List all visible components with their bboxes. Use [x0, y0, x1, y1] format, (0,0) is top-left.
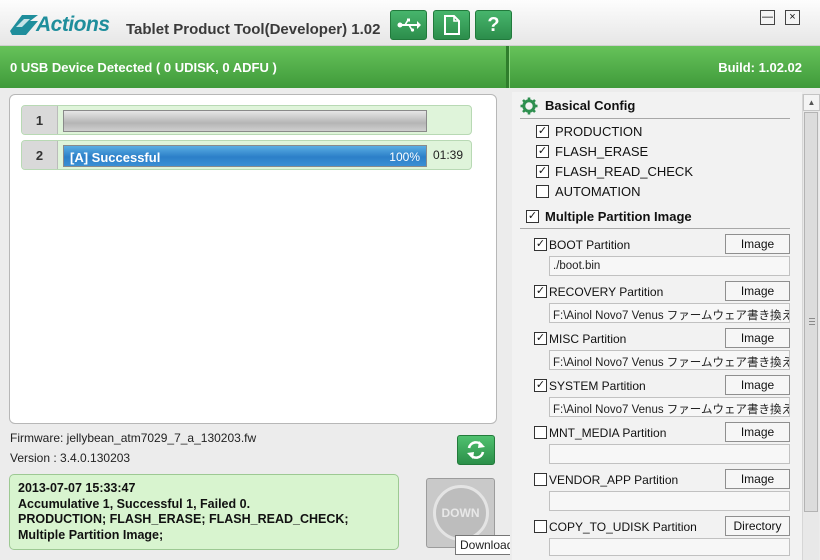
- system-path-field[interactable]: F:\Ainol Novo7 Venus ファームウェア書き換え: [549, 397, 790, 417]
- build-label: Build: 1.02.02: [718, 60, 802, 75]
- log-line: Accumulative 1, Successful 1, Failed 0.: [18, 496, 251, 511]
- help-icon: ?: [487, 13, 500, 36]
- flash-read-check-label: FLASH_READ_CHECK: [555, 164, 693, 179]
- recovery-partition-label: RECOVERY Partition: [549, 285, 664, 299]
- recovery-image-button[interactable]: Image: [725, 281, 790, 301]
- grip-icon: [809, 318, 815, 326]
- refresh-icon: [467, 441, 485, 459]
- title-bar: Actions Tablet Product Tool(Developer) 1…: [0, 0, 820, 46]
- help-button[interactable]: ?: [475, 10, 512, 40]
- document-button[interactable]: [433, 10, 470, 40]
- download-icon: DOWN: [432, 485, 489, 541]
- section-divider: [520, 228, 790, 229]
- system-partition-checkbox[interactable]: ✓: [534, 379, 547, 392]
- app-title: Tablet Product Tool(Developer) 1.02: [126, 21, 381, 38]
- copy-to-udisk-partition-label: COPY_TO_UDISK Partition: [549, 520, 697, 534]
- status-divider: [506, 46, 509, 88]
- scroll-up-icon[interactable]: ▲: [803, 94, 820, 111]
- device-status-label: [A] Successful: [70, 150, 161, 165]
- basic-config-title: Basical Config: [545, 98, 636, 113]
- mnt-media-partition-label: MNT_MEDIA Partition: [549, 426, 667, 440]
- automation-label: AUTOMATION: [555, 184, 641, 199]
- progress-fill: [64, 111, 426, 131]
- boot-path-field[interactable]: ./boot.bin: [549, 256, 790, 276]
- copy-to-udisk-partition-checkbox[interactable]: [534, 520, 547, 533]
- close-icon: ×: [789, 11, 796, 23]
- misc-partition-label: MISC Partition: [549, 332, 627, 346]
- vendor-app-partition-checkbox[interactable]: [534, 473, 547, 486]
- reload-firmware-button[interactable]: [457, 435, 495, 465]
- mnt-media-image-button[interactable]: Image: [725, 422, 790, 442]
- minimize-icon: —: [762, 11, 773, 23]
- misc-image-button[interactable]: Image: [725, 328, 790, 348]
- close-button[interactable]: ×: [785, 10, 800, 25]
- log-line: PRODUCTION; FLASH_ERASE; FLASH_READ_CHEC…: [18, 512, 349, 526]
- scroll-thumb[interactable]: [804, 112, 818, 512]
- boot-image-button[interactable]: Image: [725, 234, 790, 254]
- multi-partition-title: Multiple Partition Image: [545, 209, 692, 224]
- automation-checkbox[interactable]: [536, 185, 549, 198]
- status-bar: 0 USB Device Detected ( 0 UDISK, 0 ADFU …: [0, 46, 820, 88]
- device-row[interactable]: 1: [21, 105, 472, 135]
- usb-status-text: 0 USB Device Detected ( 0 UDISK, 0 ADFU …: [10, 60, 277, 75]
- version-label: Version : 3.4.0.130203: [10, 451, 131, 465]
- recovery-path-field[interactable]: F:\Ainol Novo7 Venus ファームウェア書き換え: [549, 303, 790, 323]
- boot-partition-label: BOOT Partition: [549, 238, 631, 252]
- gear-icon: [520, 97, 538, 115]
- system-partition-label: SYSTEM Partition: [549, 379, 646, 393]
- usb-icon: [397, 18, 421, 32]
- result-log: 2013-07-07 15:33:47 Accumulative 1, Succ…: [9, 474, 399, 550]
- device-number: 2: [22, 141, 58, 169]
- device-time: 01:39: [433, 148, 464, 162]
- production-checkbox[interactable]: ✓: [536, 125, 549, 138]
- system-image-button[interactable]: Image: [725, 375, 790, 395]
- logo-text: Actions: [36, 13, 110, 36]
- copy-to-udisk-directory-button[interactable]: Directory: [725, 516, 790, 536]
- download-button-label: DOWN: [441, 506, 480, 520]
- usb-button[interactable]: [390, 10, 427, 40]
- device-progress-bar: [A] Successful 100%: [63, 145, 427, 167]
- mnt-media-path-field[interactable]: [549, 444, 790, 464]
- misc-path-field[interactable]: F:\Ainol Novo7 Venus ファームウェア書き換え: [549, 350, 790, 370]
- device-row[interactable]: 2 [A] Successful 100% 01:39: [21, 140, 472, 170]
- misc-partition-checkbox[interactable]: ✓: [534, 332, 547, 345]
- log-line: Multiple Partition Image;: [18, 527, 164, 542]
- vendor-app-partition-label: VENDOR_APP Partition: [549, 473, 679, 487]
- document-icon: [443, 15, 460, 35]
- config-scrollbar[interactable]: ▲: [802, 94, 820, 560]
- log-line: 2013-07-07 15:33:47: [18, 481, 136, 495]
- vendor-app-image-button[interactable]: Image: [725, 469, 790, 489]
- device-number: 1: [22, 106, 58, 134]
- config-panel: [512, 92, 802, 560]
- vendor-app-path-field[interactable]: [549, 491, 790, 511]
- boot-partition-checkbox[interactable]: ✓: [534, 238, 547, 251]
- copy-to-udisk-path-field[interactable]: [549, 538, 790, 556]
- flash-erase-checkbox[interactable]: ✓: [536, 145, 549, 158]
- multi-partition-checkbox[interactable]: ✓: [526, 210, 539, 223]
- recovery-partition-checkbox[interactable]: ✓: [534, 285, 547, 298]
- firmware-label: Firmware: jellybean_atm7029_7_a_130203.f…: [10, 431, 257, 445]
- flash-read-check-checkbox[interactable]: ✓: [536, 165, 549, 178]
- production-label: PRODUCTION: [555, 124, 643, 139]
- minimize-button[interactable]: —: [760, 10, 775, 25]
- section-divider: [520, 118, 790, 119]
- mnt-media-partition-checkbox[interactable]: [534, 426, 547, 439]
- flash-erase-label: FLASH_ERASE: [555, 144, 649, 159]
- device-progress-bar: [63, 110, 427, 132]
- device-percent: 100%: [389, 150, 420, 164]
